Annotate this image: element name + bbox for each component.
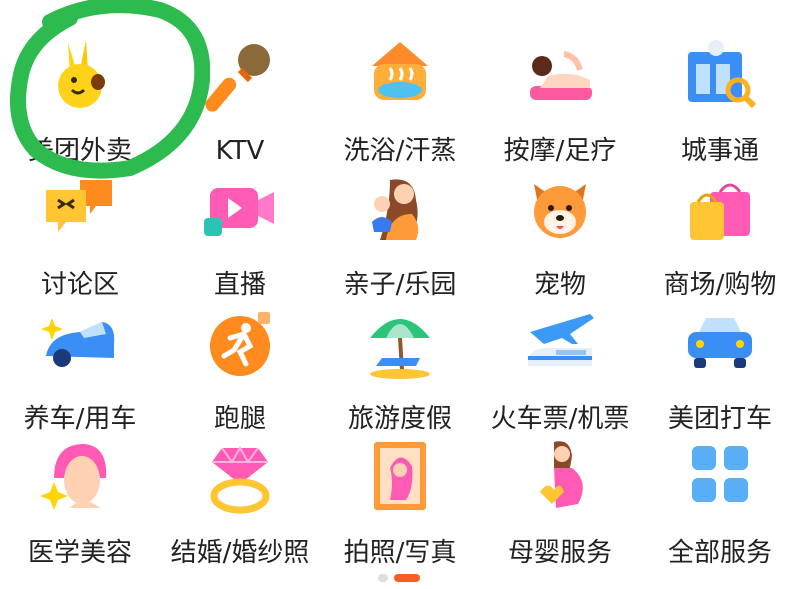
- service-label: 宠物: [533, 270, 586, 300]
- service-label: 亲子/乐园: [343, 270, 457, 300]
- pregnant-woman-icon: [520, 438, 600, 518]
- service-label: 旅游度假: [347, 404, 452, 434]
- city-building-search-icon: [680, 36, 760, 116]
- service-photo-portrait[interactable]: 拍照/写真: [320, 438, 480, 572]
- service-city[interactable]: 城事通: [640, 36, 800, 170]
- beach-umbrella-icon: [360, 304, 440, 384]
- train-plane-icon: [520, 304, 600, 384]
- service-row: 美团外卖 KTV 洗浴/汗蒸 按摩/足疗 城事通: [0, 36, 800, 170]
- diamond-ring-icon: [200, 438, 280, 518]
- service-label: 全部服务: [667, 538, 772, 568]
- service-family-park[interactable]: 亲子/乐园: [320, 170, 480, 304]
- service-mall-shopping[interactable]: 商场/购物: [640, 170, 800, 304]
- mother-child-icon: [360, 170, 440, 250]
- service-label: 美团打车: [667, 404, 772, 434]
- live-video-icon: [200, 170, 280, 250]
- service-label: 美团外卖: [27, 136, 132, 166]
- taxi-car-icon: [680, 304, 760, 384]
- service-label: 跑腿: [213, 404, 266, 434]
- running-courier-icon: [200, 304, 280, 384]
- shopping-bags-icon: [680, 170, 760, 250]
- service-label: 商场/购物: [663, 270, 777, 300]
- service-row: 医学美容 结婚/婚纱照 拍照/写真 母婴服务 全部服务: [0, 438, 800, 572]
- service-wedding[interactable]: 结婚/婚纱照: [160, 438, 320, 572]
- photo-frame-icon: [360, 438, 440, 518]
- hot-spring-icon: [360, 36, 440, 116]
- pagination-dots: [378, 574, 438, 584]
- service-label: KTV: [215, 136, 265, 166]
- service-bath-sauna[interactable]: 洗浴/汗蒸: [320, 36, 480, 170]
- service-label: 火车票/机票: [490, 404, 630, 434]
- service-ktv[interactable]: KTV: [160, 36, 320, 170]
- service-errand[interactable]: 跑腿: [160, 304, 320, 438]
- service-massage[interactable]: 按摩/足疗: [480, 36, 640, 170]
- service-meituan-waimai[interactable]: 美团外卖: [0, 36, 160, 170]
- service-maternal-baby[interactable]: 母婴服务: [480, 438, 640, 572]
- service-medical-beauty[interactable]: 医学美容: [0, 438, 160, 572]
- service-label: 直播: [213, 270, 266, 300]
- page-dot-1[interactable]: [378, 574, 388, 582]
- all-services-grid-icon: [680, 438, 760, 518]
- microphone-icon: [200, 36, 280, 116]
- service-label: 母婴服务: [507, 538, 612, 568]
- chat-bubbles-icon: [40, 170, 120, 250]
- service-label: 城事通: [680, 136, 759, 166]
- service-discussion[interactable]: 讨论区: [0, 170, 160, 304]
- shiba-dog-icon: [520, 170, 600, 250]
- service-row: 养车/用车 跑腿 旅游度假 火车票/机票 美团打车: [0, 304, 800, 438]
- service-pet[interactable]: 宠物: [480, 170, 640, 304]
- service-label: 医学美容: [27, 538, 132, 568]
- service-train-flight[interactable]: 火车票/机票: [480, 304, 640, 438]
- service-label: 讨论区: [40, 270, 119, 300]
- service-label: 洗浴/汗蒸: [343, 136, 457, 166]
- service-row: 讨论区 直播 亲子/乐园 宠物 商场/购物: [0, 170, 800, 304]
- service-label: 结婚/婚纱照: [170, 538, 310, 568]
- page-dot-2-active[interactable]: [394, 574, 420, 582]
- beauty-face-icon: [40, 438, 120, 518]
- service-car-care[interactable]: 养车/用车: [0, 304, 160, 438]
- car-sparkle-icon: [40, 304, 120, 384]
- service-live[interactable]: 直播: [160, 170, 320, 304]
- service-travel[interactable]: 旅游度假: [320, 304, 480, 438]
- service-all-services[interactable]: 全部服务: [640, 438, 800, 572]
- service-meituan-taxi[interactable]: 美团打车: [640, 304, 800, 438]
- massage-icon: [520, 36, 600, 116]
- meituan-waimai-kangaroo-icon: [40, 36, 120, 116]
- service-label: 按摩/足疗: [503, 136, 617, 166]
- service-label: 养车/用车: [23, 404, 137, 434]
- service-label: 拍照/写真: [343, 538, 457, 568]
